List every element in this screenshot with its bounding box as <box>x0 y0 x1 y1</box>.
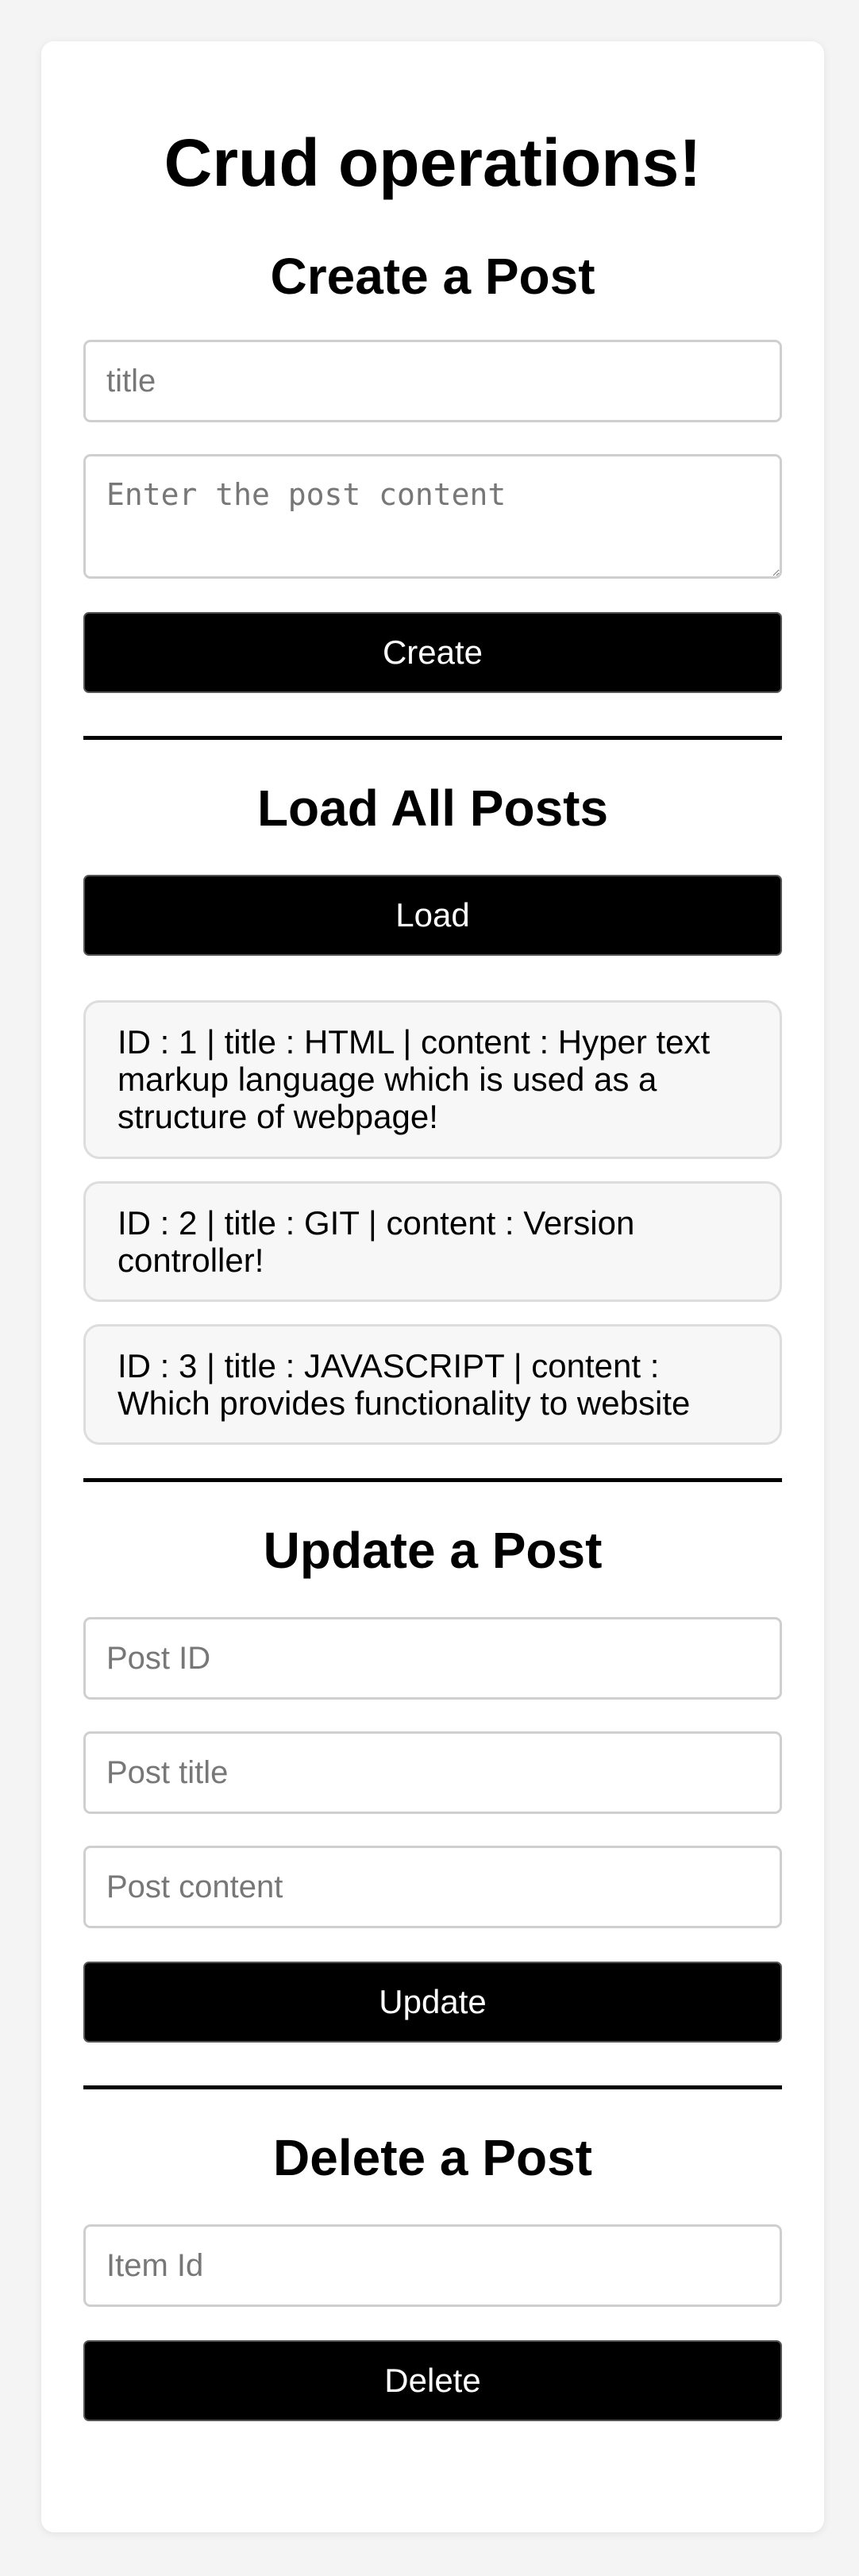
delete-id-input[interactable] <box>83 2224 782 2307</box>
create-title-input[interactable] <box>83 340 782 422</box>
post-item: ID : 2 | title : GIT | content : Version… <box>83 1181 782 1302</box>
update-content-input[interactable] <box>83 1846 782 1928</box>
post-item: ID : 1 | title : HTML | content : Hyper … <box>83 1000 782 1159</box>
load-button[interactable]: Load <box>83 875 782 956</box>
delete-button[interactable]: Delete <box>83 2340 782 2421</box>
main-card: Crud operations! Create a Post Create Lo… <box>41 41 824 2532</box>
delete-heading: Delete a Post <box>273 2129 592 2186</box>
create-button[interactable]: Create <box>83 612 782 693</box>
post-item: ID : 3 | title : JAVASCRIPT | content : … <box>83 1324 782 1445</box>
update-heading: Update a Post <box>263 1522 603 1579</box>
create-content-textarea[interactable] <box>83 454 782 579</box>
update-button[interactable]: Update <box>83 1962 782 2043</box>
update-id-input[interactable] <box>83 1617 782 1700</box>
load-heading: Load All Posts <box>256 780 609 837</box>
create-heading: Create a Post <box>270 248 595 305</box>
page-title: Crud operations! <box>164 125 702 200</box>
update-title-input[interactable] <box>83 1731 782 1814</box>
